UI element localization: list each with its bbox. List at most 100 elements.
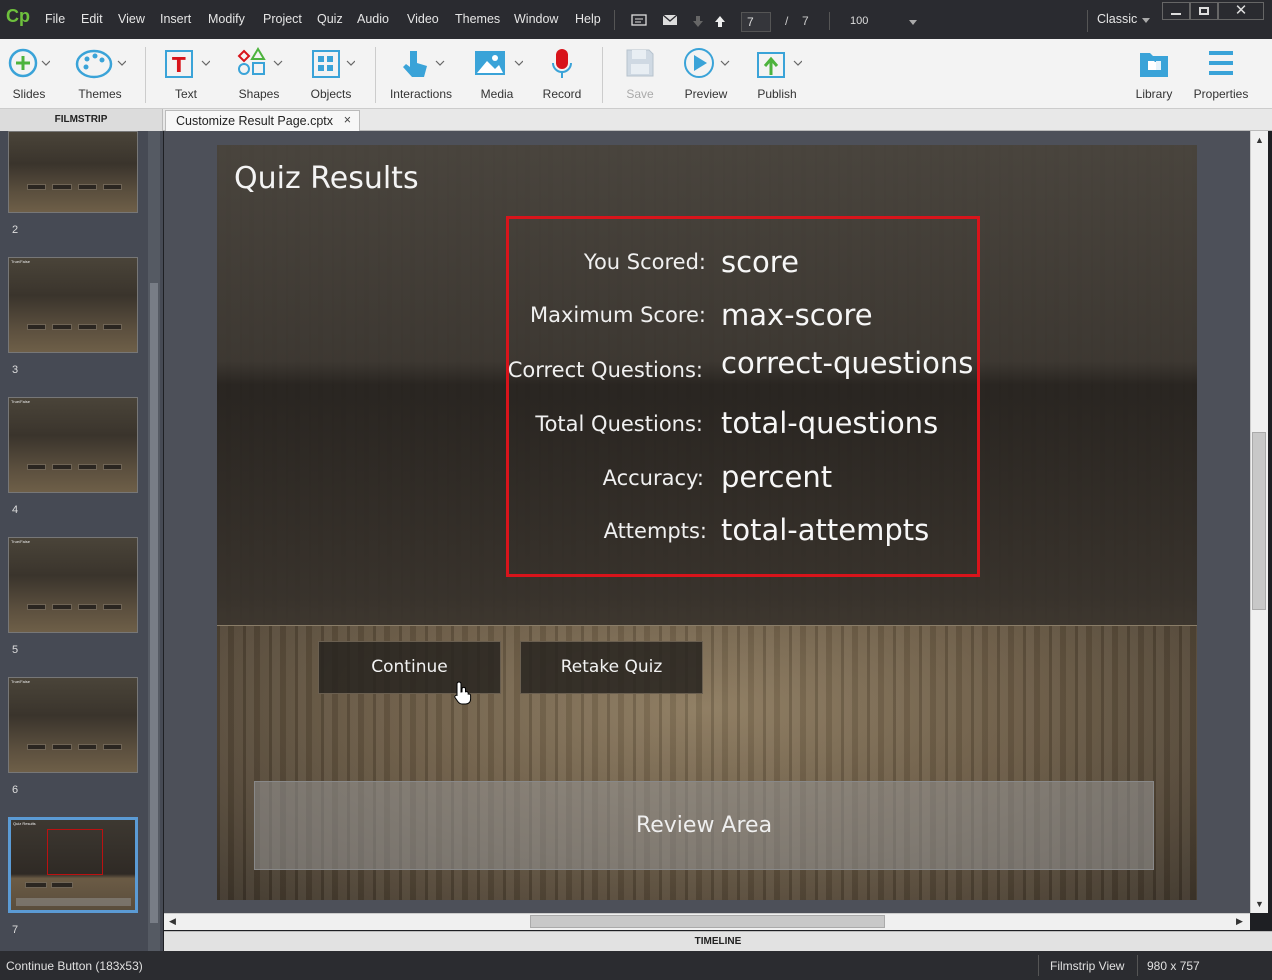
- slide-thumbnail-6[interactable]: True/False: [8, 677, 138, 773]
- document-tab[interactable]: Customize Result Page.cptx ×: [165, 110, 360, 131]
- page-number-input[interactable]: 7: [741, 12, 771, 32]
- shapes-label: Shapes: [238, 87, 280, 101]
- interactions-button[interactable]: Interactions: [386, 39, 456, 109]
- max-score-value: max-score: [721, 298, 873, 332]
- retake-quiz-button[interactable]: Retake Quiz: [520, 641, 703, 694]
- accuracy-value: percent: [721, 460, 833, 494]
- review-area[interactable]: Review Area: [254, 781, 1154, 870]
- score-label: You Scored:: [583, 250, 706, 274]
- slide-number: 7: [12, 924, 19, 936]
- app-logo: Cp: [6, 6, 30, 26]
- filmstrip-panel-header[interactable]: FILMSTRIP: [0, 109, 163, 131]
- zoom-dropdown-icon[interactable]: [909, 20, 917, 25]
- svg-text:T: T: [172, 53, 186, 77]
- caption-icon[interactable]: [631, 14, 647, 26]
- menu-file[interactable]: File: [45, 12, 65, 26]
- continue-button[interactable]: Continue: [318, 641, 501, 694]
- slide-number: 6: [12, 784, 19, 796]
- menu-quiz[interactable]: Quiz: [317, 12, 343, 26]
- total-questions-value: total-questions: [721, 406, 939, 440]
- timeline-panel-header[interactable]: TIMELINE: [164, 931, 1272, 951]
- thumbnail-button: [25, 882, 47, 888]
- slide-thumbnail-2[interactable]: [8, 131, 138, 213]
- slide-thumbnail-5[interactable]: True/False: [8, 537, 138, 633]
- menu-modify[interactable]: Modify: [208, 12, 245, 26]
- slide-thumbnail-4[interactable]: True/False: [8, 397, 138, 493]
- page-separator: /: [785, 14, 789, 28]
- properties-label: Properties: [1193, 87, 1249, 101]
- thumbnail-button: [51, 882, 73, 888]
- thumbnail-title: True/False: [11, 539, 30, 544]
- play-icon: [684, 48, 730, 78]
- maximize-button[interactable]: [1190, 2, 1218, 20]
- menu-audio[interactable]: Audio: [357, 12, 389, 26]
- menu-view[interactable]: View: [118, 12, 145, 26]
- scroll-down-arrow-icon[interactable]: ▼: [1255, 899, 1264, 909]
- menu-themes[interactable]: Themes: [455, 12, 500, 26]
- workspace-dropdown-icon[interactable]: [1142, 18, 1150, 23]
- zoom-select[interactable]: 100: [850, 15, 868, 27]
- save-button[interactable]: Save: [614, 39, 666, 109]
- score-value: score: [721, 245, 799, 279]
- themes-label: Themes: [78, 87, 122, 101]
- menu-window[interactable]: Window: [514, 12, 558, 26]
- library-button[interactable]: Library: [1128, 39, 1180, 109]
- slide-number: 2: [12, 224, 19, 236]
- menu-project[interactable]: Project: [263, 12, 302, 26]
- slide-number: 3: [12, 364, 19, 376]
- properties-button[interactable]: Properties: [1190, 39, 1252, 109]
- hand-cursor-icon: [454, 681, 472, 705]
- filmstrip-scroll-thumb[interactable]: [150, 283, 158, 923]
- text-icon: T: [165, 50, 210, 78]
- themes-button[interactable]: Themes: [70, 39, 130, 109]
- objects-button[interactable]: Objects: [302, 39, 360, 109]
- vertical-scroll-thumb[interactable]: [1252, 432, 1266, 610]
- publish-button[interactable]: Publish: [748, 39, 806, 109]
- workspace-select[interactable]: Classic: [1097, 12, 1137, 26]
- media-button[interactable]: Media: [468, 39, 526, 109]
- divider: [614, 10, 615, 30]
- text-button[interactable]: T Text: [160, 39, 212, 109]
- image-icon: [475, 51, 523, 75]
- properties-icon: [1209, 51, 1233, 75]
- slide-thumbnail-3[interactable]: True/False: [8, 257, 138, 353]
- record-button[interactable]: Record: [536, 39, 588, 109]
- divider: [1137, 955, 1138, 976]
- objects-icon: [312, 50, 355, 78]
- scroll-up-arrow-icon[interactable]: ▲: [1255, 135, 1264, 145]
- view-mode[interactable]: Filmstrip View: [1050, 959, 1124, 973]
- menu-edit[interactable]: Edit: [81, 12, 103, 26]
- slide-thumbnail-7-selected[interactable]: Quiz Results: [8, 817, 138, 913]
- thumbnail-review-area: [16, 898, 131, 906]
- menu-insert[interactable]: Insert: [160, 12, 191, 26]
- preview-label: Preview: [684, 87, 728, 101]
- scroll-left-arrow-icon[interactable]: ◀: [169, 916, 176, 927]
- close-window-button[interactable]: ✕: [1218, 2, 1264, 20]
- mail-icon[interactable]: [662, 14, 678, 26]
- objects-label: Objects: [310, 87, 352, 101]
- max-score-label: Maximum Score:: [529, 303, 706, 327]
- menu-video[interactable]: Video: [407, 12, 439, 26]
- slides-button[interactable]: Slides: [0, 39, 58, 109]
- slides-label: Slides: [12, 87, 46, 101]
- slide-number: 5: [12, 644, 19, 656]
- shapes-button[interactable]: Shapes: [230, 39, 288, 109]
- close-tab-icon[interactable]: ×: [344, 113, 351, 127]
- arrow-up-icon[interactable]: [714, 15, 726, 28]
- arrow-down-icon[interactable]: [692, 15, 704, 28]
- hand-pointer-icon: [403, 51, 445, 77]
- menu-help[interactable]: Help: [575, 12, 601, 26]
- project-size: 980 x 757: [1147, 959, 1200, 973]
- horizontal-scroll-thumb[interactable]: [530, 915, 885, 928]
- microphone-icon: [552, 49, 572, 78]
- attempts-value: total-attempts: [721, 513, 930, 547]
- toolbar-divider: [145, 47, 146, 103]
- page-total: 7: [802, 14, 809, 28]
- minimize-button[interactable]: [1162, 2, 1190, 20]
- slide-title[interactable]: Quiz Results: [234, 161, 419, 196]
- preview-button[interactable]: Preview: [678, 39, 734, 109]
- slide-canvas[interactable]: Quiz Results You Scored: score Maximum S…: [217, 145, 1197, 900]
- thumbnail-results-box: [47, 829, 103, 875]
- scroll-right-arrow-icon[interactable]: ▶: [1236, 916, 1243, 927]
- toolbar-divider: [602, 47, 603, 103]
